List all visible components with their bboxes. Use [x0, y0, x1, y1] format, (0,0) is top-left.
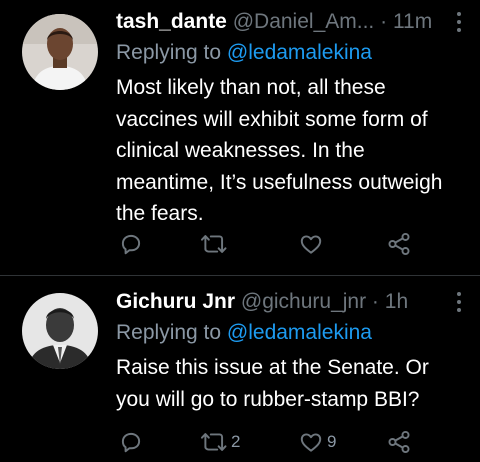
share-icon: [388, 232, 410, 256]
reply-icon: [121, 234, 141, 255]
avatar[interactable]: [22, 293, 98, 369]
avatar-photo: [22, 14, 98, 90]
more-vertical-icon[interactable]: [456, 12, 462, 32]
like-icon: [300, 235, 322, 254]
retweet-icon: [200, 433, 227, 451]
author-name[interactable]: tash_dante: [116, 10, 227, 33]
reply-icon: [121, 432, 141, 453]
author-handle[interactable]: @Daniel_Am...: [233, 10, 375, 33]
separator: ·: [374, 10, 393, 33]
share-button[interactable]: [386, 428, 412, 456]
avatar-photo: [22, 293, 98, 369]
like-count: 9: [327, 432, 337, 451]
share-button[interactable]: [386, 230, 412, 258]
tweet-text: Most likely than not, all these vaccines…: [116, 76, 443, 225]
mention-link[interactable]: @ledamalekina: [227, 321, 372, 344]
more-vertical-icon[interactable]: [456, 292, 462, 312]
replying-to-label: Replying to: [116, 41, 227, 64]
tweet-header: Gichuru Jnr @gichuru_jnr · 1h: [116, 288, 408, 316]
retweet-count: 2: [231, 432, 241, 451]
tweet[interactable]: Gichuru Jnr @gichuru_jnr · 1h Replying t…: [0, 276, 480, 462]
timestamp[interactable]: 1h: [385, 290, 408, 313]
like-icon: [300, 433, 322, 452]
like-button[interactable]: 9: [298, 428, 336, 456]
timestamp[interactable]: 11m: [393, 10, 432, 33]
replying-to-label: Replying to: [116, 321, 227, 344]
replying-to: Replying to @ledamalekina: [116, 319, 372, 347]
retweet-icon: [200, 235, 227, 253]
avatar[interactable]: [22, 14, 98, 90]
author-handle[interactable]: @gichuru_jnr: [241, 290, 366, 313]
reply-button[interactable]: [118, 230, 144, 258]
retweet-button[interactable]: [200, 230, 231, 258]
separator: ·: [366, 290, 385, 313]
like-button[interactable]: [298, 230, 327, 258]
share-icon: [388, 430, 410, 454]
tweet-actions: [0, 230, 480, 258]
tweet-header: tash_dante @Daniel_Am... · 11m: [116, 8, 432, 36]
mention-link[interactable]: @ledamalekina: [227, 41, 372, 64]
tweet-actions: 2 9: [0, 428, 480, 456]
retweet-button[interactable]: 2: [200, 428, 240, 456]
tweet[interactable]: tash_dante @Daniel_Am... · 11m Replying …: [0, 0, 480, 275]
author-name[interactable]: Gichuru Jnr: [116, 290, 235, 313]
tweet-text: Raise this issue at the Senate. Or you w…: [116, 356, 429, 411]
reply-button[interactable]: [118, 428, 144, 456]
replying-to: Replying to @ledamalekina: [116, 39, 372, 67]
